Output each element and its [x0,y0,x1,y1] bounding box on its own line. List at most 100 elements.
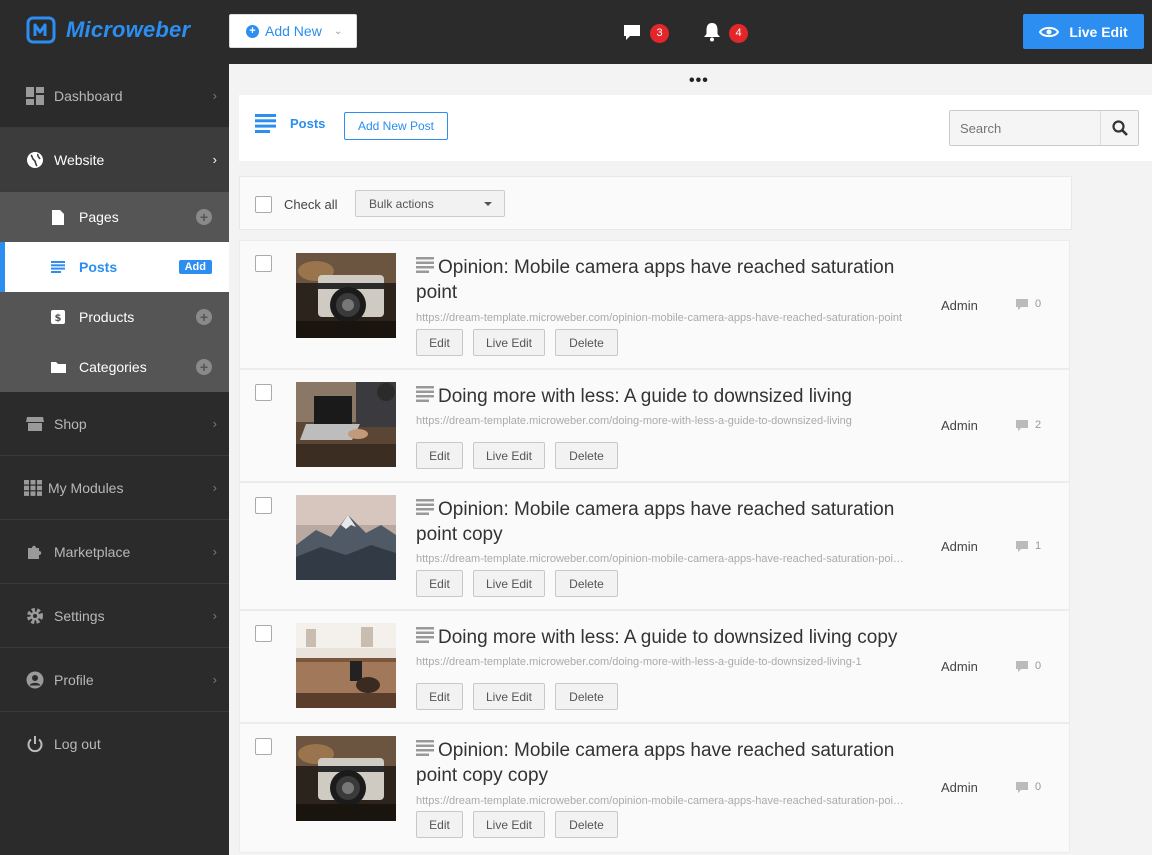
bulk-actions-label: Bulk actions [369,196,434,211]
comments-notification[interactable]: 3 [622,20,669,43]
delete-button[interactable]: Delete [555,442,618,469]
sidebar-item-website[interactable]: Website › [0,128,229,192]
sidebar-item-shop[interactable]: Shop › [0,392,229,456]
search-input[interactable] [950,111,1100,145]
notifications-bell[interactable]: 4 [703,20,748,43]
sidebar-subitem-label: Pages [79,209,119,225]
check-all-checkbox[interactable] [255,196,272,213]
sidebar-subitem-posts[interactable]: Posts Add [0,242,229,292]
post-url[interactable]: https://dream-template.microweber.com/do… [416,656,904,668]
post-title[interactable]: Doing more with less: A guide to downsiz… [416,625,916,650]
post-checkbox[interactable] [255,497,272,514]
live-edit-button[interactable]: Live Edit [1023,14,1144,49]
edit-button[interactable]: Edit [416,570,463,597]
sidebar-item-label: Website [54,151,105,168]
add-product-plus-icon[interactable]: + [196,309,212,325]
sidebar-item-my-modules[interactable]: My Modules › [0,456,229,520]
sidebar-subitem-categories[interactable]: Categories + [0,342,229,392]
post-url[interactable]: https://dream-template.microweber.com/op… [416,553,904,565]
add-page-plus-icon[interactable]: + [196,209,212,225]
add-new-button[interactable]: + Add New ⌄ [229,14,357,48]
post-title[interactable]: Opinion: Mobile camera apps have reached… [416,255,916,305]
delete-button[interactable]: Delete [555,329,618,356]
sidebar-item-marketplace[interactable]: Marketplace › [0,520,229,584]
post-comments[interactable]: 0 [1016,781,1041,793]
search-box [949,110,1139,146]
sidebar-item-settings[interactable]: Settings › [0,584,229,648]
post-title[interactable]: Doing more with less: A guide to downsiz… [416,384,916,409]
add-new-post-button[interactable]: Add New Post [344,112,448,140]
comment-count: 0 [1035,781,1042,793]
more-options-icon[interactable]: ••• [689,72,709,90]
post-title-text: Opinion: Mobile camera apps have reached… [416,257,895,303]
post-thumbnail-table[interactable] [296,623,396,708]
live-edit-button[interactable]: Live Edit [473,811,545,838]
delete-button[interactable]: Delete [555,683,618,710]
chevron-down-icon: ⌄ [333,25,343,37]
post-type-icon [416,627,434,644]
sidebar: Dashboard › Website › Pages + Posts Add … [0,64,229,855]
check-all[interactable]: Check all [255,196,337,213]
post-title[interactable]: Opinion: Mobile camera apps have reached… [416,738,916,788]
post-type-icon [416,499,434,516]
sidebar-item-log-out[interactable]: Log out [0,712,229,776]
posts-lines-icon [50,259,66,275]
sidebar-item-profile[interactable]: Profile › [0,648,229,712]
delete-button[interactable]: Delete [555,570,618,597]
post-thumbnail-camera[interactable] [296,253,396,338]
post-checkbox[interactable] [255,625,272,642]
sidebar-subitem-label: Categories [79,359,147,375]
live-edit-button[interactable]: Live Edit [473,570,545,597]
post-title[interactable]: Opinion: Mobile camera apps have reached… [416,497,916,547]
comment-icon [1016,781,1028,793]
live-edit-button[interactable]: Live Edit [473,683,545,710]
posts-lines-icon [255,114,276,133]
post-row: Opinion: Mobile camera apps have reached… [239,723,1070,853]
post-checkbox[interactable] [255,384,272,401]
live-edit-label: Live Edit [1069,23,1128,40]
post-title-text: Doing more with less: A guide to downsiz… [438,627,898,648]
edit-button[interactable]: Edit [416,811,463,838]
folder-icon [50,359,66,375]
sidebar-item-label: Marketplace [54,543,131,560]
post-comments[interactable]: 2 [1016,419,1041,431]
live-edit-button[interactable]: Live Edit [473,329,545,356]
comment-count: 2 [1035,419,1042,431]
sidebar-subitem-products[interactable]: $ Products + [0,292,229,342]
post-thumbnail-laptop[interactable] [296,382,396,467]
chevron-right-icon: › [212,416,217,431]
search-button[interactable] [1100,111,1138,145]
edit-button[interactable]: Edit [416,683,463,710]
microweber-logo-icon [26,16,56,44]
edit-button[interactable]: Edit [416,329,463,356]
post-title-text: Opinion: Mobile camera apps have reached… [416,740,895,786]
bulk-actions-bar: Check all Bulk actions [239,176,1072,230]
add-new-label: Add New [265,23,322,39]
add-category-plus-icon[interactable]: + [196,359,212,375]
delete-button[interactable]: Delete [555,811,618,838]
chevron-right-icon: › [212,480,217,495]
dashboard-icon [26,86,44,105]
gear-icon [26,607,44,625]
sidebar-item-dashboard[interactable]: Dashboard › [0,64,229,128]
post-author: Admin [941,298,978,313]
sidebar-subitem-pages[interactable]: Pages + [0,192,229,242]
edit-button[interactable]: Edit [416,442,463,469]
post-comments[interactable]: 0 [1016,660,1041,672]
post-comments[interactable]: 0 [1016,298,1041,310]
live-edit-button[interactable]: Live Edit [473,442,545,469]
post-comments[interactable]: 1 [1016,540,1041,552]
post-title-text: Opinion: Mobile camera apps have reached… [416,499,895,545]
post-checkbox[interactable] [255,255,272,272]
bulk-actions-select[interactable]: Bulk actions [355,190,505,217]
post-thumbnail-camera[interactable] [296,736,396,821]
post-checkbox[interactable] [255,738,272,755]
post-url[interactable]: https://dream-template.microweber.com/do… [416,415,904,427]
post-url[interactable]: https://dream-template.microweber.com/op… [416,312,904,324]
post-type-icon [416,257,434,274]
post-url[interactable]: https://dream-template.microweber.com/op… [416,795,904,807]
post-row: Doing more with less: A guide to downsiz… [239,610,1070,723]
post-thumbnail-mountains[interactable] [296,495,396,580]
add-post-pill[interactable]: Add [178,260,212,274]
logo[interactable]: Microweber [26,14,190,46]
